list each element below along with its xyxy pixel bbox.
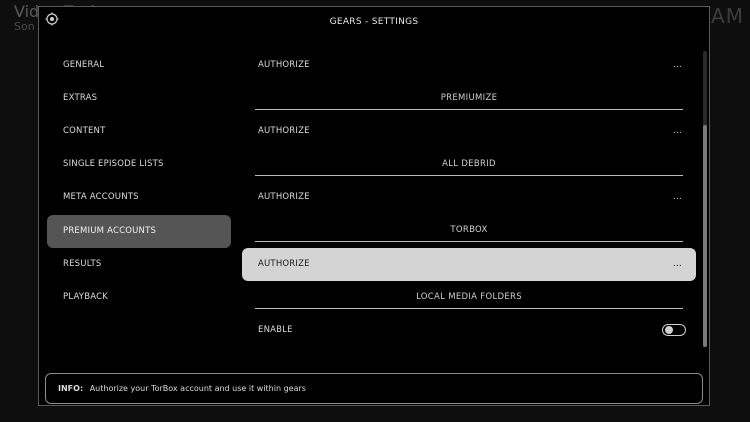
category-single-episode-lists[interactable]: SINGLE EPISODE LISTS bbox=[47, 148, 231, 181]
dialog-title: GEARS - SETTINGS bbox=[329, 17, 419, 27]
setting-label: AUTHORIZE bbox=[258, 60, 310, 70]
setting-label: AUTHORIZE bbox=[258, 192, 310, 202]
toggle-knob bbox=[665, 326, 673, 334]
settings-dialog: GEARS - SETTINGS GENERAL EXTRAS CONTENT … bbox=[38, 6, 710, 406]
section-header-local-media-folders: LOCAL MEDIA FOLDERS bbox=[255, 286, 683, 309]
section-header-torbox: TORBOX bbox=[255, 219, 683, 242]
setting-value-ellipsis: ... bbox=[672, 192, 682, 202]
info-text: Authorize your TorBox account and use it… bbox=[89, 384, 306, 393]
category-content[interactable]: CONTENT bbox=[47, 115, 231, 148]
background-subtitle: Son bbox=[14, 20, 35, 33]
setting-enable-local-media[interactable]: ENABLE bbox=[242, 314, 696, 347]
info-bar: INFO: Authorize your TorBox account and … bbox=[45, 373, 703, 404]
category-playback[interactable]: PLAYBACK bbox=[47, 281, 231, 314]
setting-label: AUTHORIZE bbox=[258, 126, 310, 136]
settings-scrollbar[interactable] bbox=[703, 51, 707, 347]
setting-value-ellipsis: ... bbox=[672, 60, 682, 70]
category-results[interactable]: RESULTS bbox=[47, 248, 231, 281]
setting-authorize-premiumize[interactable]: AUTHORIZE ... bbox=[242, 115, 696, 148]
category-general[interactable]: GENERAL bbox=[47, 49, 231, 82]
setting-label: ENABLE bbox=[258, 325, 293, 335]
setting-value-ellipsis: ... bbox=[672, 126, 682, 136]
setting-authorize-all-debrid[interactable]: AUTHORIZE ... bbox=[242, 181, 696, 214]
category-meta-accounts[interactable]: META ACCOUNTS bbox=[47, 181, 231, 214]
section-header-premiumize: PREMIUMIZE bbox=[255, 87, 683, 110]
section-header-all-debrid: ALL DEBRID bbox=[255, 153, 683, 176]
category-premium-accounts[interactable]: PREMIUM ACCOUNTS bbox=[47, 215, 231, 248]
setting-label: AUTHORIZE bbox=[258, 259, 310, 269]
enable-toggle-switch[interactable] bbox=[662, 324, 686, 336]
setting-value-ellipsis: ... bbox=[672, 259, 682, 269]
dialog-header: GEARS - SETTINGS bbox=[39, 7, 709, 37]
setting-authorize-realdebrid[interactable]: AUTHORIZE ... bbox=[242, 49, 696, 82]
setting-authorize-torbox[interactable]: AUTHORIZE ... bbox=[242, 248, 696, 281]
info-label: INFO: bbox=[58, 384, 84, 393]
scrollbar-thumb[interactable] bbox=[703, 125, 707, 347]
category-extras[interactable]: EXTRAS bbox=[47, 82, 231, 115]
